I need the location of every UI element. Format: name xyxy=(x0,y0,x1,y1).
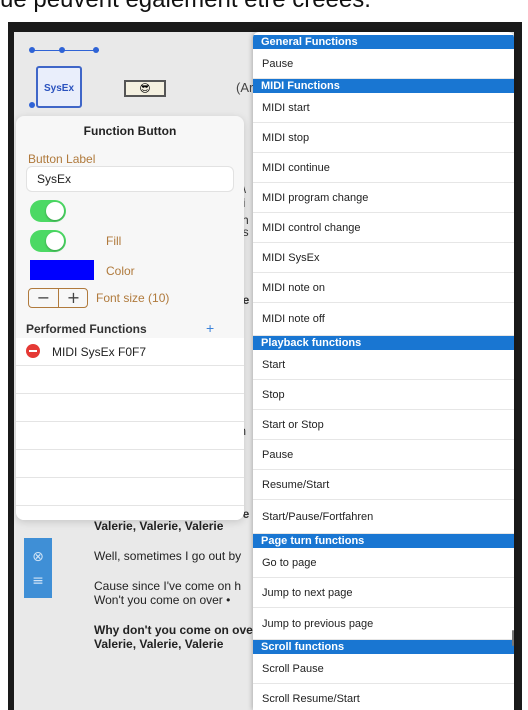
menu-item[interactable]: Start/Pause/Fortfahren xyxy=(253,500,514,534)
section-header-playback: Playback functions xyxy=(253,336,514,350)
selection-handle[interactable] xyxy=(29,102,35,108)
menu-item[interactable]: Go to page xyxy=(253,548,514,578)
button-label-input[interactable]: SysEx xyxy=(26,166,234,192)
list-item[interactable]: MIDI SysEx F0F7 xyxy=(16,338,244,366)
close-circle-icon[interactable]: ⊗ xyxy=(29,548,47,566)
font-size-stepper[interactable]: − + xyxy=(28,288,88,308)
song-line: Valerie, Valerie, Valerie xyxy=(94,519,224,533)
menu-item[interactable]: Start xyxy=(253,350,514,380)
menu-item[interactable]: MIDI note on xyxy=(253,273,514,303)
menu-item[interactable]: MIDI SysEx xyxy=(253,243,514,273)
section-header-scroll: Scroll functions xyxy=(253,640,514,654)
menu-item[interactable]: Scroll Resume/Start xyxy=(253,684,514,710)
performed-functions-title: Performed Functions xyxy=(26,322,147,336)
menu-item[interactable]: MIDI start xyxy=(253,93,514,123)
list-item xyxy=(16,394,244,422)
menu-item[interactable]: MIDI stop xyxy=(253,123,514,153)
color-label: Color xyxy=(106,264,135,278)
selection-handle[interactable] xyxy=(29,47,35,53)
list-item xyxy=(16,422,244,450)
song-line: Won't you come on over • xyxy=(94,593,231,607)
caption-text: ue peuvent également être créées. xyxy=(0,0,371,14)
menu-item[interactable]: Jump to next page xyxy=(253,578,514,608)
section-header-page-turn: Page turn functions xyxy=(253,534,514,548)
song-line: Why don't you come on ove xyxy=(94,623,253,637)
add-function-button[interactable]: + xyxy=(206,320,214,336)
menu-item[interactable]: Scroll Pause xyxy=(253,654,514,684)
section-header-general: General Functions xyxy=(253,35,514,49)
menu-item-pause[interactable]: Pause xyxy=(253,49,514,79)
menu-item[interactable]: Resume/Start xyxy=(253,470,514,500)
menu-item[interactable]: Pause xyxy=(253,440,514,470)
list-item xyxy=(16,478,244,506)
remove-icon[interactable] xyxy=(26,344,40,358)
song-line: Cause since I've come on h xyxy=(94,579,242,593)
decrease-button[interactable]: − xyxy=(29,289,58,307)
menu-item[interactable]: MIDI program change xyxy=(253,183,514,213)
menu-item[interactable]: MIDI control change xyxy=(253,213,514,243)
menu-item[interactable]: Stop xyxy=(253,380,514,410)
sysex-canvas-button[interactable]: SysEx xyxy=(36,66,82,108)
emoji-canvas-button[interactable]: 😎 xyxy=(124,80,166,97)
function-button-panel: Function Button Button Label SysEx Fill … xyxy=(16,116,244,520)
side-toolbar: ⊗ ≡ xyxy=(24,538,52,598)
list-item xyxy=(16,450,244,478)
visible-toggle[interactable] xyxy=(30,200,66,222)
selection-handle[interactable] xyxy=(59,47,65,53)
section-header-midi: MIDI Functions xyxy=(253,79,514,93)
fill-label: Fill xyxy=(106,234,122,248)
menu-item[interactable]: Jump to previous page xyxy=(253,608,514,640)
list-item-label: MIDI SysEx F0F7 xyxy=(52,345,147,359)
partial-text: (Ar xyxy=(236,80,254,95)
list-item xyxy=(16,366,244,394)
button-label-caption: Button Label xyxy=(28,152,96,166)
song-line: Valerie, Valerie, Valerie xyxy=(94,637,224,651)
font-size-label: Font size (10) xyxy=(96,291,170,305)
panel-title: Function Button xyxy=(83,124,177,138)
menu-item[interactable]: Start or Stop xyxy=(253,410,514,440)
menu-item[interactable]: MIDI continue xyxy=(253,153,514,183)
menu-scrollbar[interactable] xyxy=(512,630,514,646)
song-line: Well, sometimes I go out by xyxy=(94,549,242,563)
menu-lines-icon[interactable]: ≡ xyxy=(29,572,47,590)
increase-button[interactable]: + xyxy=(59,289,88,307)
menu-item[interactable]: MIDI note off xyxy=(253,303,514,336)
selection-line xyxy=(31,50,99,51)
function-menu: General Functions Pause MIDI Functions M… xyxy=(253,32,514,710)
fill-toggle[interactable] xyxy=(30,230,66,252)
performed-functions-list: MIDI SysEx F0F7 xyxy=(16,338,244,520)
color-swatch[interactable] xyxy=(30,260,94,280)
selection-handle[interactable] xyxy=(93,47,99,53)
